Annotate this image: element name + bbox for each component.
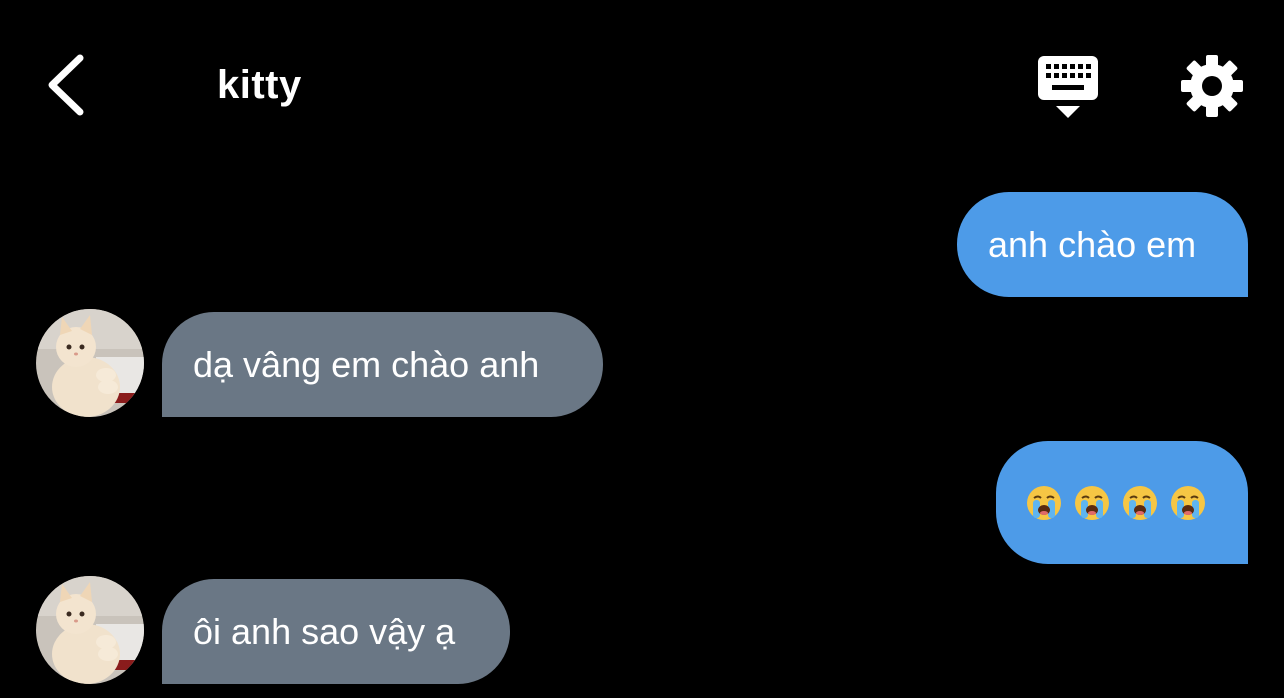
loudly-crying-face-icon xyxy=(1171,485,1205,520)
message-text: anh chào em xyxy=(988,223,1197,265)
gear-icon xyxy=(1181,55,1243,117)
back-button[interactable] xyxy=(38,50,94,120)
loudly-crying-face-icon xyxy=(1027,485,1061,520)
chat-header: kitty xyxy=(0,0,1284,170)
message-bubble-sent[interactable] xyxy=(996,441,1248,564)
message-bubble-received[interactable]: ôi anh sao vậy ạ xyxy=(162,579,510,684)
cat-avatar-image xyxy=(36,309,144,417)
message-text: ôi anh sao vậy ạ xyxy=(193,610,456,652)
keyboard-hide-icon xyxy=(1038,56,1098,118)
loudly-crying-face-icon xyxy=(1075,485,1109,520)
avatar[interactable] xyxy=(36,309,144,417)
message-bubble-sent[interactable]: anh chào em xyxy=(957,192,1248,297)
avatar[interactable] xyxy=(36,576,144,684)
message-bubble-received[interactable]: dạ vâng em chào anh xyxy=(162,312,603,417)
chat-title: kitty xyxy=(217,63,302,107)
cat-avatar-image xyxy=(36,576,144,684)
settings-button[interactable] xyxy=(1180,54,1244,118)
message-text: dạ vâng em chào anh xyxy=(193,343,540,385)
chevron-left-icon xyxy=(48,54,84,116)
loudly-crying-face-icon xyxy=(1123,485,1157,520)
keyboard-toggle-button[interactable] xyxy=(1034,54,1102,120)
message-text xyxy=(1026,485,1206,521)
